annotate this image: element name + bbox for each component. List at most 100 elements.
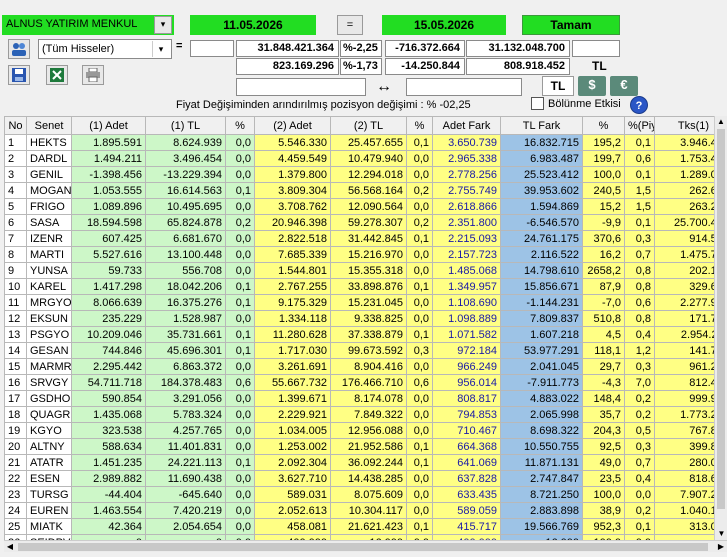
date-to[interactable]: 15.05.2026 [382,15,506,35]
symbol-cell: KAREL [26,278,72,295]
table-cell: 0,4 [624,326,655,343]
table-cell: 0,0 [225,262,255,279]
table-row[interactable]: 18 QUAGR 1.435.068 5.783.324 0,0 2.229.921 7.8… [4,406,714,423]
table-row[interactable]: 21 ATATR 1.451.235 24.221.113 0,1 2.092.304 36… [4,454,714,471]
table-row[interactable]: 7 IZENR 607.425 6.681.670 0,0 2.822.518 31.442… [4,230,714,247]
table-row[interactable]: 9 YUNSA 59.733 556.708 0,0 1.544.801 15.355.31… [4,262,714,279]
table-row[interactable]: 3 GENIL -1.398.456 -13.229.394 0,0 1.379.800 1… [4,166,714,183]
table-row[interactable]: 20 ALTNY 588.634 11.401.831 0,0 1.253.002 21.9… [4,438,714,455]
table-row[interactable]: 24 EUREN 1.463.554 7.420.219 0,0 2.052.613 10.… [4,502,714,519]
table-cell: 262.635 [654,182,714,199]
save-icon[interactable] [8,65,30,85]
usd-button[interactable]: $ [578,76,606,96]
scroll-right-icon[interactable]: ▶ [715,541,727,553]
column-header[interactable]: Adet Fark [432,116,501,135]
table-cell: 0,0 [406,358,433,375]
table-cell: 18 [4,406,27,423]
vertical-scrollbar[interactable]: ▲ ▼ [714,116,727,540]
range-start-input[interactable] [236,78,366,96]
date-from[interactable]: 11.05.2026 [190,15,316,35]
table-row[interactable]: 11 MRGYO 8.066.639 16.375.276 0,1 9.175.329 15… [4,294,714,311]
table-cell: 148,4 [582,390,625,407]
table-row[interactable]: 25 MIATK 42.364 2.054.654 0,0 458.081 21.621.4… [4,518,714,535]
table-cell: 235.229 [71,310,146,327]
table-row[interactable]: 6 SASA 18.594.598 65.824.878 0,2 20.946.398 59… [4,214,714,231]
table-row[interactable]: 13 PSGYO 10.209.046 35.731.661 0,1 11.280.628… [4,326,714,343]
horizontal-scrollbar[interactable]: ◀ ▶ [4,540,727,552]
table-cell: -13.229.394 [145,166,226,183]
scroll-down-icon[interactable]: ▼ [715,528,727,540]
column-header[interactable]: (1) Adet [71,116,146,135]
data-grid: No Senet (1) Adet (1) TL% (2) Adet (2) TL% Ade… [4,116,714,540]
symbol-cell: MOGAN [26,182,72,199]
scroll-thumb[interactable] [717,129,725,509]
print-icon[interactable] [82,65,104,85]
table-cell: 0,2 [624,502,655,519]
symbol-cell: MARMR [26,358,72,375]
equals-button[interactable]: = [337,15,363,35]
table-cell: 0,0 [406,486,433,503]
people-icon[interactable] [8,39,30,59]
split-effect-checkbox[interactable]: Bölünme Etkisi [531,97,621,110]
tamam-button[interactable]: Tamam [522,15,620,35]
table-row[interactable]: 12 EKSUN 235.229 1.528.987 0,0 1.334.118 9.338… [4,310,714,327]
symbol-cell: TURSG [26,486,72,503]
table-cell: 1,5 [624,198,655,215]
table-row[interactable]: 14 GESAN 744.846 45.696.301 0,1 1.717.030 99.6… [4,342,714,359]
column-header[interactable]: % [582,116,625,135]
scroll-hthumb[interactable] [18,543,708,551]
table-row[interactable]: 22 ESEN 2.989.882 11.690.438 0,0 3.627.710 14.… [4,470,714,487]
filter-input[interactable] [190,40,234,57]
table-cell: 0,1 [624,214,655,231]
table-row[interactable]: 8 MARTI 5.527.616 13.100.448 0,0 7.685.339 15.… [4,246,714,263]
column-header[interactable]: (2) TL [330,116,407,135]
table-cell: 0,1 [624,518,655,535]
table-cell: 0,0 [225,422,255,439]
table-row[interactable]: 17 GSDHO 590.854 3.291.056 0,0 1.399.671 8.174… [4,390,714,407]
chevron-down-icon[interactable]: ▾ [152,41,169,57]
table-row[interactable]: 1 HEKTS 1.895.591 8.624.939 0,0 5.546.330 25.4… [4,134,714,151]
table-cell: 118,1 [582,342,625,359]
column-header[interactable]: (2) Adet [254,116,331,135]
table-row[interactable]: 2 DARDL 1.494.211 3.496.454 0,0 4.459.549 10.4… [4,150,714,167]
company-select[interactable]: ALNUS YATIRIM MENKUL ▾ [2,15,174,35]
table-cell: 4 [4,182,27,199]
table-row[interactable]: 15 MARMR 2.295.442 6.863.372 0,0 3.261.691 8.9… [4,358,714,375]
table-row[interactable]: 10 KAREL 1.417.298 18.042.206 0,1 2.767.255 33… [4,278,714,295]
table-row[interactable]: 23 TURSG -44.404 -645.640 0,0 589.031 8.075.60… [4,486,714,503]
scroll-left-icon[interactable]: ◀ [4,541,16,553]
help-icon[interactable]: ? [630,96,648,114]
scroll-up-icon[interactable]: ▲ [715,116,727,128]
range-end-input[interactable] [406,78,522,96]
column-header[interactable]: No [4,116,27,135]
table-cell: 16.832.715 [500,134,583,151]
table-cell: 7.809.837 [500,310,583,327]
table-cell: 16.375.276 [145,294,226,311]
table-cell: 1.334.118 [254,310,331,327]
column-header[interactable]: Tks(1) [654,116,714,135]
table-row[interactable]: 4 MOGAN 1.053.555 16.614.563 0,1 3.809.304 56.… [4,182,714,199]
column-header[interactable]: % [406,116,433,135]
filter-select[interactable]: (Tüm Hisseler) ▾ [38,39,172,59]
column-header[interactable]: % [225,116,255,135]
eur-button[interactable]: € [610,76,638,96]
table-cell: 0,4 [624,470,655,487]
table-row[interactable]: 19 KGYO 323.538 4.257.765 0,0 1.034.005 12.956… [4,422,714,439]
column-header[interactable]: TL Fark [500,116,583,135]
table-cell: 2.822.518 [254,230,331,247]
table-cell: 1.379.800 [254,166,331,183]
table-cell: 2.092.304 [254,454,331,471]
column-header[interactable]: Senet [26,116,72,135]
table-cell: 5.527.616 [71,246,146,263]
table-cell: 1.053.555 [71,182,146,199]
column-header[interactable]: (1) TL [145,116,226,135]
swap-arrow-icon[interactable]: ↔ [370,78,398,96]
excel-icon[interactable] [46,65,68,85]
tl-button[interactable]: TL [542,76,574,96]
column-header[interactable]: %(Piy [624,116,655,135]
table-cell: 39.953.602 [500,182,583,199]
chevron-down-icon[interactable]: ▾ [154,16,172,34]
table-row[interactable]: 5 FRIGO 1.089.896 10.495.695 0,0 3.708.762 12.… [4,198,714,215]
table-row[interactable]: 16 SRVGY 54.711.718 184.378.483 0,6 55.667.73… [4,374,714,391]
table-cell: 2.883.898 [500,502,583,519]
